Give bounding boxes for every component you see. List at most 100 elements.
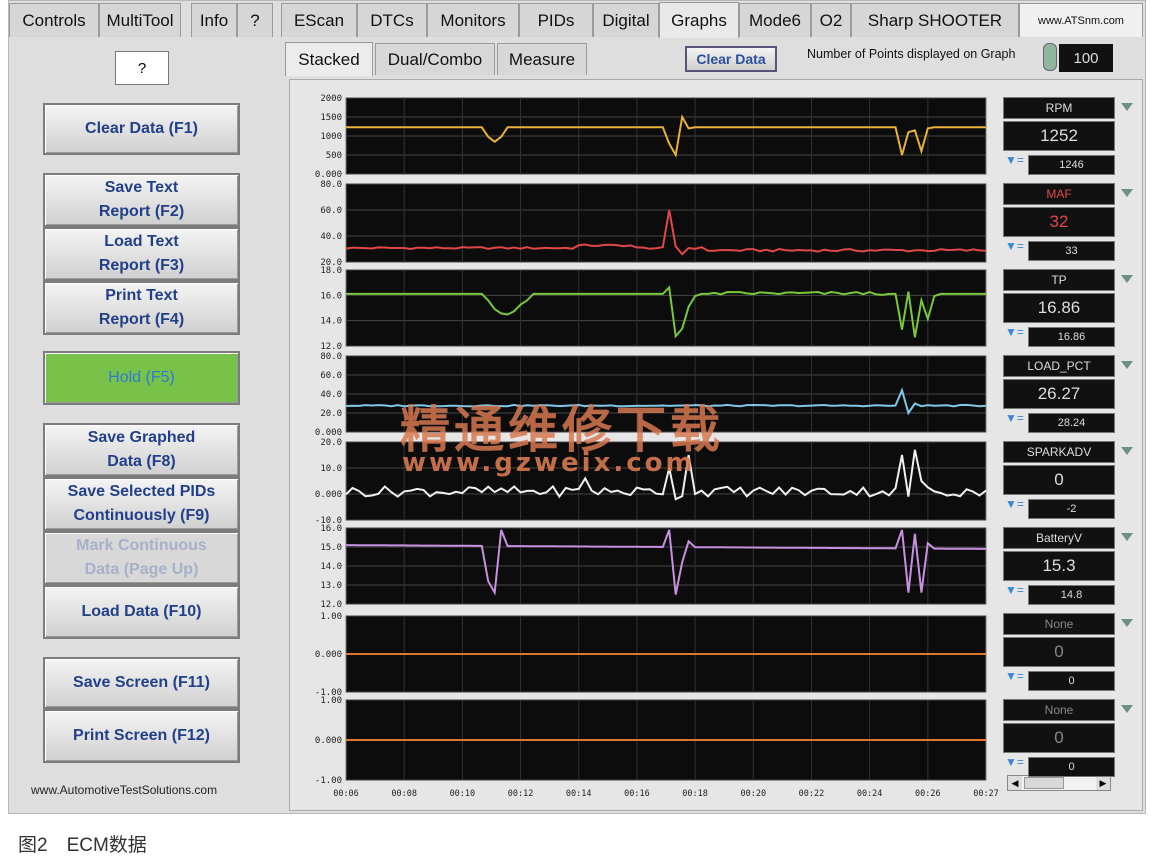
y-tick-label: 14.0 bbox=[320, 317, 342, 327]
figure-caption: 图2 ECM数据 bbox=[18, 835, 147, 856]
pid-name-tp[interactable]: TP bbox=[1003, 269, 1115, 291]
mark-icon[interactable]: ▼= bbox=[1005, 239, 1024, 253]
btn-save-screen-f11[interactable]: Save Screen (F11) bbox=[43, 657, 240, 709]
btn-print-screen-f12[interactable]: Print Screen (F12) bbox=[43, 709, 240, 763]
tab-www-atsnm-com[interactable]: www.ATSnm.com bbox=[1019, 3, 1143, 37]
graph-strip-2 bbox=[345, 269, 987, 347]
btn-save-text-report-f2[interactable]: Save Text Report (F2) bbox=[43, 173, 240, 227]
y-tick-label: 40.0 bbox=[320, 232, 342, 242]
tab-mode6[interactable]: Mode6 bbox=[739, 3, 811, 37]
pid-mark-value: 0 bbox=[1028, 757, 1115, 777]
btn-save-graphed-data-f8[interactable]: Save Graphed Data (F8) bbox=[43, 423, 240, 477]
scroll-thumb[interactable] bbox=[1024, 777, 1064, 789]
pid-name-batteryv[interactable]: BatteryV bbox=[1003, 527, 1115, 549]
y-tick-label: 18.0 bbox=[320, 266, 342, 276]
pid-dropdown-icon[interactable] bbox=[1121, 103, 1133, 111]
pid-dropdown-icon[interactable] bbox=[1121, 705, 1133, 713]
pid-mark-value: 16.86 bbox=[1028, 327, 1115, 347]
btn-hold-f5[interactable]: Hold (F5) bbox=[43, 351, 240, 405]
pid-dropdown-icon[interactable] bbox=[1121, 533, 1133, 541]
pid-value-batteryv: 15.3 bbox=[1003, 551, 1115, 581]
subtab-measure[interactable]: Measure bbox=[497, 43, 587, 75]
pid-name-rpm[interactable]: RPM bbox=[1003, 97, 1115, 119]
points-label: Number of Points displayed on Graph bbox=[807, 47, 1016, 61]
points-spinner-icon[interactable] bbox=[1043, 43, 1057, 71]
btn-load-text-report-f3[interactable]: Load Text Report (F3) bbox=[43, 227, 240, 281]
y-tick-label: 2000 bbox=[320, 94, 342, 104]
y-tick-label: 0.000 bbox=[315, 428, 342, 438]
y-tick-label: 1.00 bbox=[320, 696, 342, 706]
pid-name-none[interactable]: None bbox=[1003, 613, 1115, 635]
mark-icon[interactable]: ▼= bbox=[1005, 755, 1024, 769]
scroll-right-icon[interactable]: ▶ bbox=[1096, 776, 1110, 790]
pid-dropdown-icon[interactable] bbox=[1121, 189, 1133, 197]
x-tick-label: 00:12 bbox=[508, 789, 534, 799]
y-tick-label: 16.0 bbox=[320, 524, 342, 534]
mark-icon[interactable]: ▼= bbox=[1005, 497, 1024, 511]
tab--[interactable]: ? bbox=[237, 3, 273, 37]
y-tick-label: 1500 bbox=[320, 113, 342, 123]
x-tick-label: 00:14 bbox=[566, 789, 592, 799]
y-tick-label: 60.0 bbox=[320, 206, 342, 216]
y-tick-label: 40.0 bbox=[320, 390, 342, 400]
pid-value-none: 0 bbox=[1003, 637, 1115, 667]
pid-dropdown-icon[interactable] bbox=[1121, 275, 1133, 283]
tab-digital[interactable]: Digital bbox=[593, 3, 659, 37]
tab-multitool[interactable]: MultiTool bbox=[99, 3, 181, 37]
pid-value-rpm: 1252 bbox=[1003, 121, 1115, 151]
clear-data-button[interactable]: Clear Data bbox=[685, 46, 777, 72]
mark-icon[interactable]: ▼= bbox=[1005, 583, 1024, 597]
btn-clear-data-f1[interactable]: Clear Data (F1) bbox=[43, 103, 240, 155]
x-tick-label: 00:20 bbox=[740, 789, 766, 799]
mark-icon[interactable]: ▼= bbox=[1005, 325, 1024, 339]
btn-save-selected-pids-continuously-f9[interactable]: Save Selected PIDs Continuously (F9) bbox=[43, 477, 240, 531]
y-tick-label: 80.0 bbox=[320, 180, 342, 190]
pid-name-load_pct[interactable]: LOAD_PCT bbox=[1003, 355, 1115, 377]
y-tick-label: 0.000 bbox=[315, 650, 342, 660]
scroll-left-icon[interactable]: ◀ bbox=[1008, 776, 1022, 790]
mark-icon[interactable]: ▼= bbox=[1005, 669, 1024, 683]
y-tick-label: 15.0 bbox=[320, 543, 342, 553]
btn-mark-continuous-data-page-up[interactable]: Mark Continuous Data (Page Up) bbox=[43, 531, 240, 585]
tab-dtcs[interactable]: DTCs bbox=[357, 3, 427, 37]
horizontal-scrollbar[interactable]: ◀ ▶ bbox=[1007, 775, 1111, 791]
subtab-dual-combo[interactable]: Dual/Combo bbox=[375, 43, 495, 75]
tab-info[interactable]: Info bbox=[191, 3, 237, 37]
tab-pids[interactable]: PIDs bbox=[519, 3, 593, 37]
tab-monitors[interactable]: Monitors bbox=[427, 3, 519, 37]
x-tick-label: 00:24 bbox=[857, 789, 883, 799]
x-tick-label: 00:27 bbox=[973, 789, 999, 799]
x-tick-label: 00:06 bbox=[333, 789, 359, 799]
y-tick-label: 20.0 bbox=[320, 438, 342, 448]
pid-dropdown-icon[interactable] bbox=[1121, 447, 1133, 455]
pid-dropdown-icon[interactable] bbox=[1121, 361, 1133, 369]
y-tick-label: 80.0 bbox=[320, 352, 342, 362]
pid-name-none[interactable]: None bbox=[1003, 699, 1115, 721]
pid-mark-value: -2 bbox=[1028, 499, 1115, 519]
x-tick-label: 00:18 bbox=[682, 789, 708, 799]
y-tick-label: 60.0 bbox=[320, 371, 342, 381]
tab-graphs[interactable]: Graphs bbox=[659, 2, 739, 38]
y-tick-label: 0.000 bbox=[315, 170, 342, 180]
tab-sharp-shooter[interactable]: Sharp SHOOTER bbox=[851, 3, 1019, 37]
y-tick-label: 10.0 bbox=[320, 464, 342, 474]
tab-controls[interactable]: Controls bbox=[9, 3, 99, 37]
mark-icon[interactable]: ▼= bbox=[1005, 411, 1024, 425]
btn-print-text-report-f4[interactable]: Print Text Report (F4) bbox=[43, 281, 240, 335]
y-tick-label: -1.00 bbox=[315, 776, 342, 786]
pid-name-maf[interactable]: MAF bbox=[1003, 183, 1115, 205]
y-tick-label: 1.00 bbox=[320, 612, 342, 622]
tab-escan[interactable]: EScan bbox=[281, 3, 357, 37]
left-footer-url: www.AutomotiveTestSolutions.com bbox=[31, 783, 218, 797]
mark-icon[interactable]: ▼= bbox=[1005, 153, 1024, 167]
help-box[interactable]: ? bbox=[115, 51, 169, 85]
y-tick-label: 12.0 bbox=[320, 600, 342, 610]
btn-load-data-f10[interactable]: Load Data (F10) bbox=[43, 585, 240, 639]
points-value[interactable]: 100 bbox=[1059, 44, 1113, 72]
pid-name-sparkadv[interactable]: SPARKADV bbox=[1003, 441, 1115, 463]
tab-o2[interactable]: O2 bbox=[811, 3, 851, 37]
y-tick-label: 16.0 bbox=[320, 291, 342, 301]
subtab-stacked[interactable]: Stacked bbox=[285, 42, 373, 76]
pid-mark-value: 1246 bbox=[1028, 155, 1115, 175]
pid-dropdown-icon[interactable] bbox=[1121, 619, 1133, 627]
